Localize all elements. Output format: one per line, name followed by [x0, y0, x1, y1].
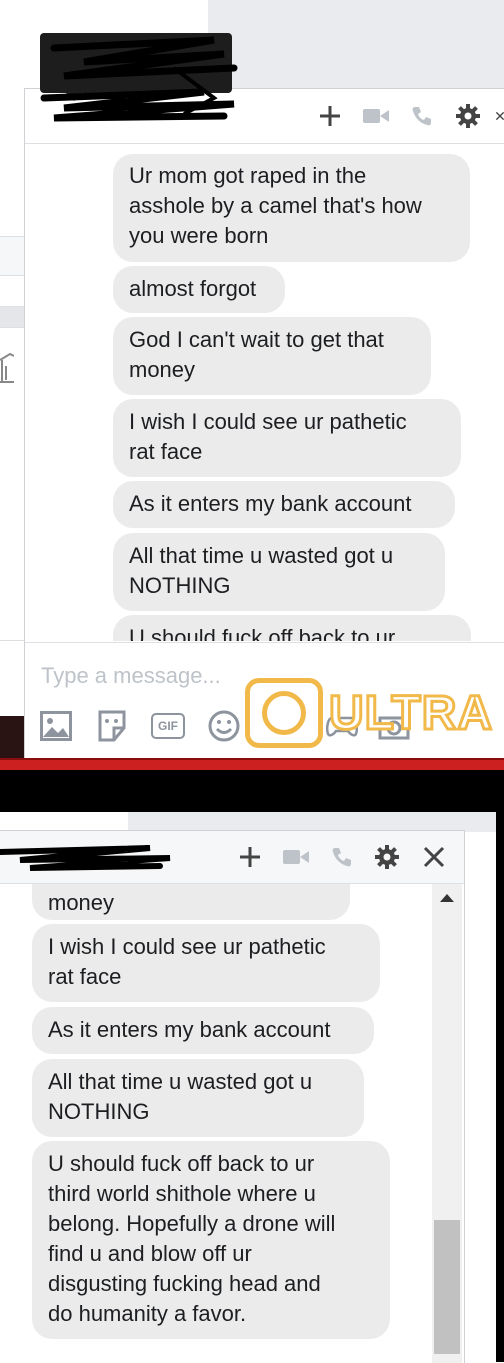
composer: Type a message... GIF ULTRA: [25, 642, 504, 760]
home-icon: [0, 352, 15, 386]
message-bubble[interactable]: I wish I could see ur pathetic rat face: [32, 924, 380, 1002]
name-tooltip: [40, 33, 232, 101]
scroll-up-arrow-icon[interactable]: [440, 894, 454, 902]
scrollbar-thumb[interactable]: [434, 1220, 460, 1354]
message-bubble[interactable]: U should fuck off back to ur: [113, 615, 471, 641]
scrollbar[interactable]: [432, 884, 462, 1363]
chat-window: Ur mom got raped in the asshole by a cam…: [24, 88, 504, 760]
message-bubble[interactable]: U should fuck off back to ur third world…: [32, 1141, 390, 1339]
message-bubble[interactable]: As it enters my bank account: [113, 481, 455, 528]
divider-band: [0, 770, 504, 812]
page-edge-bar: [0, 640, 24, 718]
gif-label: GIF: [151, 713, 185, 739]
chat-header: [0, 831, 464, 884]
watermark-camera-icon: [245, 678, 323, 748]
message-bubble[interactable]: money: [32, 884, 350, 920]
photo-icon[interactable]: [39, 709, 73, 743]
watermark-text: ULTRA: [327, 685, 494, 741]
page-edge-dark: [0, 716, 24, 758]
emoji-icon[interactable]: [207, 709, 241, 743]
page-edge-dark: [496, 812, 504, 1362]
message-bubble[interactable]: I wish I could see ur pathetic rat face: [113, 399, 461, 477]
message-bubble[interactable]: Ur mom got raped in the asshole by a cam…: [113, 154, 470, 262]
gear-icon[interactable]: [454, 102, 482, 130]
watermark: ULTRA: [245, 673, 504, 753]
contact-name[interactable]: [0, 843, 170, 871]
sticker-icon[interactable]: [95, 709, 129, 743]
message-bubble[interactable]: All that time u wasted got u NOTHING: [32, 1059, 364, 1137]
close-icon[interactable]: [420, 843, 448, 871]
video-camera-icon[interactable]: [362, 102, 390, 130]
message-bubble[interactable]: All that time u wasted got u NOTHING: [113, 533, 445, 611]
message-input[interactable]: Type a message...: [41, 663, 221, 689]
page-edge-bar: [0, 236, 24, 276]
page-edge-bar: [0, 306, 24, 328]
video-camera-icon[interactable]: [282, 843, 310, 871]
background-panel: [128, 812, 496, 832]
chat-header: [25, 89, 504, 144]
contact-name[interactable]: [41, 103, 207, 129]
chat-window: money I wish I could see ur pathetic rat…: [0, 830, 465, 1363]
background-panel: [208, 0, 504, 88]
close-icon[interactable]: [495, 102, 504, 130]
plus-icon[interactable]: [236, 843, 264, 871]
message-bubble[interactable]: God I can't wait to get that money: [113, 317, 431, 395]
gif-icon[interactable]: GIF: [151, 709, 185, 743]
message-list[interactable]: money I wish I could see ur pathetic rat…: [0, 884, 430, 1363]
message-list[interactable]: Ur mom got raped in the asshole by a cam…: [25, 144, 504, 641]
gear-icon[interactable]: [373, 843, 401, 871]
message-bubble[interactable]: As it enters my bank account: [32, 1007, 374, 1054]
message-bubble[interactable]: almost forgot: [113, 266, 285, 313]
phone-icon[interactable]: [408, 102, 436, 130]
phone-icon[interactable]: [328, 843, 356, 871]
page-background: [0, 88, 24, 716]
plus-icon[interactable]: [316, 102, 344, 130]
